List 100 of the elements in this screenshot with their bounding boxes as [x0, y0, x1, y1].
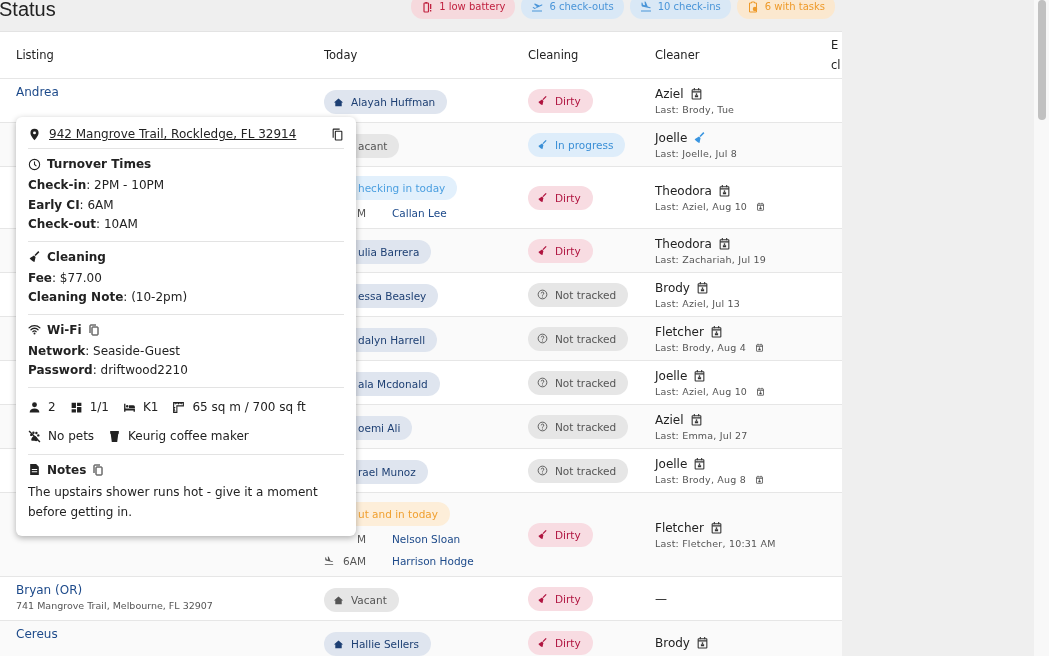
broom-icon	[537, 192, 548, 203]
summary-badge[interactable]: 1 low battery	[411, 0, 516, 19]
question-icon	[537, 421, 548, 432]
plane-arrival-icon	[639, 0, 652, 13]
cleaning-status-chip: In progress	[528, 132, 626, 157]
cleaner-name: Fletcher	[655, 324, 704, 339]
column-header: Today	[324, 48, 359, 62]
column-header: Cleaning	[528, 48, 580, 62]
detail-line: Password: driftwood2210	[28, 362, 189, 379]
cleaning-status-chip: Dirty	[528, 238, 593, 263]
note-text: The upstairs shower runs hot - give it a moment before getting in.	[28, 483, 319, 521]
detail-line: Check-out: 10AM	[28, 216, 139, 233]
column-header: Cleaner	[655, 48, 701, 62]
house-icon	[333, 638, 344, 650]
broom-icon	[537, 593, 548, 604]
cleaning-status-chip: Dirty	[528, 185, 593, 210]
calendar-icon	[717, 184, 731, 197]
cleaner-name: Brody	[655, 280, 690, 295]
column-header: Listing	[16, 48, 55, 62]
location-pin-icon	[28, 127, 41, 141]
question-icon	[537, 289, 548, 300]
broom-icon	[537, 139, 548, 150]
calendar-icon	[693, 457, 707, 470]
last-cleaning: Last: Brody, Tue	[655, 103, 735, 115]
address-link[interactable]: 942 Mangrove Trail, Rockledge, FL 32914	[49, 127, 297, 141]
calendar-icon	[717, 237, 731, 250]
grid-icon	[69, 400, 83, 414]
broom-icon	[693, 131, 707, 144]
cleaner-name: Theodora	[655, 236, 712, 251]
page-title: Status	[0, 0, 56, 21]
cleaner-name: Brody	[655, 635, 690, 650]
calendar-icon	[689, 413, 703, 426]
question-icon	[537, 333, 548, 344]
cleaning-status-chip: Not tracked	[528, 282, 629, 307]
broom-icon	[537, 637, 548, 648]
cleaning-status-chip: Dirty	[528, 586, 593, 611]
question-icon	[537, 465, 548, 476]
cleaning-status-chip: Not tracked	[528, 370, 629, 395]
detail-line: Network: Seaside-Guest	[28, 342, 181, 360]
last-cleaning: Last: Brody, Aug 4	[655, 341, 746, 353]
fact-text: Keurig coffee maker	[128, 429, 249, 443]
listing-link[interactable]: Andrea	[16, 85, 324, 99]
last-cleaning: Last: Fletcher, 10:31 AM	[655, 537, 776, 549]
document-icon	[28, 463, 41, 476]
section-title: Cleaning	[47, 249, 106, 264]
listing-address: 741 Mangrove Trail, Melbourne, FL 32907	[16, 600, 214, 611]
last-cleaning: Last: Brody, Aug 8	[655, 473, 746, 485]
house-icon	[333, 96, 344, 108]
house-icon	[333, 594, 344, 606]
cleaning-status-chip: Not tracked	[528, 326, 629, 351]
guest-link[interactable]: Harrison Hodge	[392, 555, 474, 567]
wifi-icon	[28, 323, 41, 336]
guest-link[interactable]: Callan Lee	[392, 207, 447, 219]
detail-line: Check-in: 2PM - 10PM	[28, 177, 166, 194]
fact-text: 65 sq m / 700 sq ft	[192, 400, 306, 414]
section-title: Turnover Times	[47, 157, 152, 171]
ruler-icon	[172, 400, 186, 414]
detail-line: Cleaning Note: (10-2pm)	[28, 289, 189, 306]
battery-icon	[421, 0, 434, 13]
last-cleaning: Last: Aziel, Aug 10	[655, 200, 748, 212]
cup-icon	[108, 429, 122, 443]
cleaner-name: Joelle	[655, 456, 688, 471]
listing-link[interactable]: Cereus	[16, 627, 324, 641]
empty-dash: —	[655, 591, 668, 606]
column-header: E cl	[831, 37, 842, 74]
detail-line: Fee: $77.00	[28, 269, 103, 287]
calendar-icon	[695, 281, 709, 294]
last-cleaning: Last: Emma, Jul 27	[655, 429, 748, 441]
section-title: Wi-Fi	[47, 322, 82, 337]
guest-time: 6AM	[343, 555, 366, 567]
calendar-icon	[689, 87, 703, 100]
cleaner-name: Aziel	[655, 412, 684, 427]
broom-icon	[537, 245, 548, 256]
no-pets-icon	[28, 429, 41, 443]
clock-icon	[28, 157, 41, 171]
clipboard-icon	[746, 0, 759, 13]
calendar-icon	[695, 636, 709, 649]
fact-text: K1	[142, 400, 159, 414]
booking-chip[interactable]: Hallie Sellers	[324, 632, 432, 656]
guest-link[interactable]: Nelson Sloan	[392, 533, 461, 545]
guest-time: M	[356, 207, 366, 219]
scrollbar[interactable]	[1034, 0, 1049, 656]
fact-text: No pets	[48, 429, 95, 443]
broom-icon	[28, 250, 41, 263]
cleaner-name: Joelle	[655, 368, 688, 383]
booking-chip[interactable]: Alayah Huffman	[324, 90, 448, 114]
booking-chip[interactable]: Vacant	[324, 588, 399, 612]
fact-text: 2	[48, 400, 56, 414]
cleaner-name: Fletcher	[655, 520, 704, 535]
broom-icon	[537, 95, 548, 106]
detail-line: Early CI: 6AM	[28, 196, 115, 214]
listing-link[interactable]: Bryan (OR)	[16, 583, 324, 597]
cleaner-name: Theodora	[655, 183, 712, 198]
last-cleaning: Last: Aziel, Aug 10	[655, 385, 748, 397]
cleaning-status-chip: Dirty	[528, 522, 593, 547]
cleaning-status-chip: Dirty	[528, 88, 593, 113]
last-cleaning: Last: Zachariah, Jul 19	[655, 253, 766, 265]
section-title: Notes	[47, 462, 87, 477]
plane-arrival-icon	[324, 556, 334, 566]
copy-icon[interactable]	[331, 127, 344, 141]
